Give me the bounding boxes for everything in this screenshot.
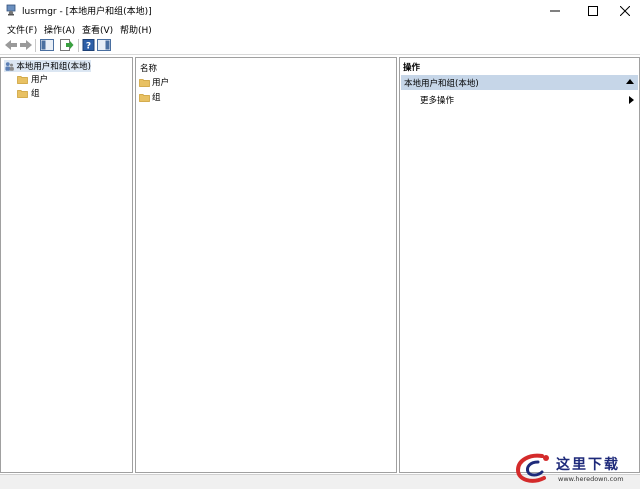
- tree-root-label: 本地用户和组(本地): [16, 62, 91, 72]
- forward-icon[interactable]: [19, 39, 33, 51]
- close-icon: [620, 5, 630, 16]
- action-pane: 操作 本地用户和组(本地) 更多操作: [399, 57, 640, 473]
- toolbar-separator: [78, 39, 79, 52]
- list-item-label: 用户: [152, 78, 170, 88]
- list-item-label: 组: [152, 93, 161, 103]
- folder-icon: [17, 75, 28, 84]
- more-actions-item[interactable]: 更多操作: [420, 94, 454, 106]
- tree-item-users[interactable]: 用户: [17, 73, 48, 85]
- menu-action[interactable]: 操作(A): [44, 23, 75, 36]
- show-hide-tree-icon[interactable]: [40, 39, 54, 51]
- folder-icon: [139, 93, 150, 102]
- result-list-pane: 名称 用户 组: [135, 57, 397, 473]
- folder-icon: [17, 89, 28, 98]
- list-item-groups[interactable]: 组: [139, 91, 161, 103]
- action-section-label: 本地用户和组(本地): [404, 79, 479, 89]
- show-hide-action-pane-icon[interactable]: [97, 39, 111, 51]
- tree-item-groups[interactable]: 组: [17, 87, 40, 99]
- column-header-name[interactable]: 名称: [140, 62, 157, 74]
- export-list-icon[interactable]: [60, 39, 74, 51]
- minimize-icon: [550, 10, 560, 11]
- back-icon[interactable]: [4, 39, 18, 51]
- menu-bar: 文件(F) 操作(A) 查看(V) 帮助(H): [0, 21, 640, 36]
- close-button[interactable]: [608, 0, 640, 21]
- menu-view[interactable]: 查看(V): [82, 23, 113, 36]
- console-tree-pane: 本地用户和组(本地) 用户 组: [0, 57, 133, 473]
- menu-file[interactable]: 文件(F): [7, 23, 37, 36]
- folder-icon: [139, 78, 150, 87]
- menu-help[interactable]: 帮助(H): [120, 23, 152, 36]
- title-bar: lusrmgr - [本地用户和组(本地)]: [0, 0, 640, 21]
- watermark-logo-icon: [515, 453, 549, 483]
- submenu-arrow-icon: [629, 96, 634, 104]
- tree-item-label: 用户: [31, 75, 49, 85]
- tree-item-label: 组: [31, 89, 40, 99]
- users-group-icon: [5, 61, 14, 71]
- list-item-users[interactable]: 用户: [139, 76, 169, 88]
- tree-root-local-users-groups[interactable]: 本地用户和组(本地): [4, 60, 91, 72]
- watermark-url: www.heredown.com: [558, 475, 624, 483]
- action-pane-title: 操作: [403, 63, 421, 73]
- svg-text:?: ?: [86, 42, 91, 52]
- watermark-text: 这里下载: [556, 457, 620, 473]
- action-section-header[interactable]: 本地用户和组(本地): [401, 75, 638, 90]
- collapse-up-icon[interactable]: [626, 78, 634, 84]
- maximize-button[interactable]: [576, 0, 610, 21]
- maximize-icon: [588, 5, 598, 16]
- window-title: lusrmgr - [本地用户和组(本地)]: [22, 7, 152, 17]
- watermark: 这里下载 www.heredown.com: [508, 448, 640, 488]
- computer-management-icon: [6, 4, 16, 16]
- toolbar: ?: [0, 36, 640, 55]
- help-icon[interactable]: ?: [82, 39, 96, 51]
- minimize-button[interactable]: [538, 0, 572, 21]
- toolbar-separator: [35, 39, 36, 52]
